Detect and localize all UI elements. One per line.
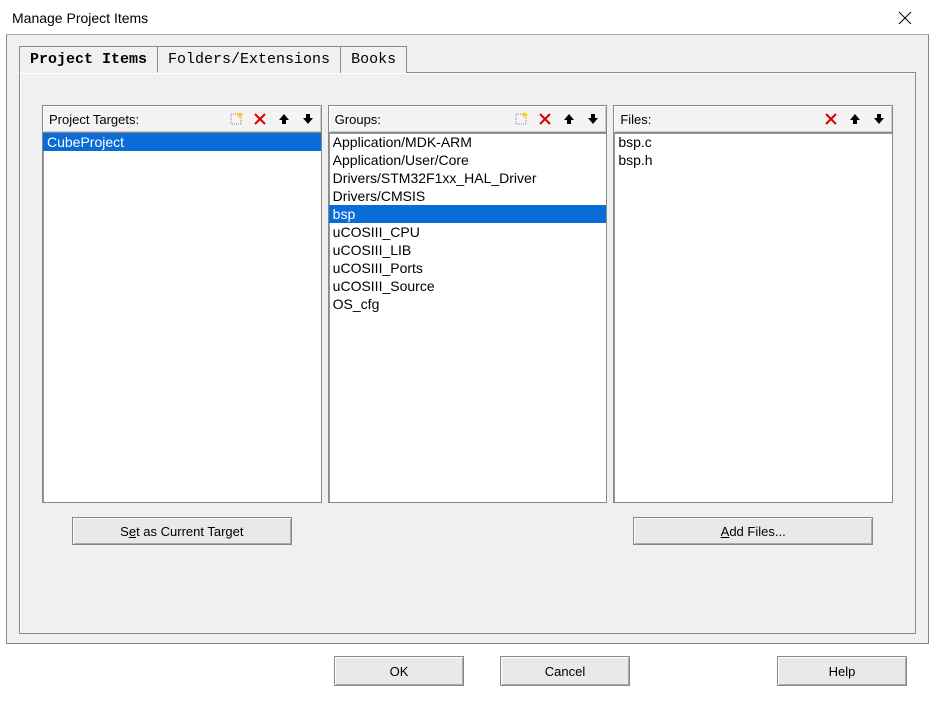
list-item[interactable]: Application/User/Core xyxy=(329,151,607,169)
groups-new-button[interactable] xyxy=(510,108,532,130)
window-title: Manage Project Items xyxy=(12,10,148,26)
files-move-down-button[interactable] xyxy=(868,108,890,130)
list-item[interactable]: CubeProject xyxy=(43,133,321,151)
cancel-button[interactable]: Cancel xyxy=(500,656,630,686)
titlebar: Manage Project Items xyxy=(0,0,935,34)
list-item[interactable]: uCOSIII_CPU xyxy=(329,223,607,241)
files-move-up-button[interactable] xyxy=(844,108,866,130)
list-item[interactable]: bsp.c xyxy=(614,133,892,151)
targets-label: Project Targets: xyxy=(49,112,139,127)
btn-text-pre: S xyxy=(120,524,129,539)
groups-column: Groups: xyxy=(328,105,608,547)
delete-icon xyxy=(823,111,839,127)
groups-label: Groups: xyxy=(335,112,381,127)
btn-text-u: e xyxy=(129,524,136,539)
targets-new-button[interactable] xyxy=(225,108,247,130)
files-button-row: Add Files... xyxy=(613,517,893,545)
arrow-down-icon xyxy=(871,111,887,127)
list-item[interactable]: bsp xyxy=(329,205,607,223)
list-item[interactable]: Drivers/CMSIS xyxy=(329,187,607,205)
tab-folders-extensions[interactable]: Folders/Extensions xyxy=(157,46,341,73)
groups-move-down-button[interactable] xyxy=(582,108,604,130)
tab-books[interactable]: Books xyxy=(340,46,407,73)
targets-button-row: Set as Current Target xyxy=(42,517,322,545)
arrow-down-icon xyxy=(585,111,601,127)
new-icon xyxy=(513,111,529,127)
close-icon xyxy=(898,11,912,25)
list-item[interactable]: OS_cfg xyxy=(329,295,607,313)
btn-text-post: t as Current Target xyxy=(136,524,243,539)
ok-button[interactable]: OK xyxy=(334,656,464,686)
targets-toolbar xyxy=(225,108,319,130)
close-button[interactable] xyxy=(885,4,925,32)
files-label: Files: xyxy=(620,112,651,127)
files-column: Files: xyxy=(613,105,893,547)
dialog-panel: Project Items Folders/Extensions Books P… xyxy=(6,34,929,644)
groups-delete-button[interactable] xyxy=(534,108,556,130)
files-toolbar xyxy=(820,108,890,130)
add-files-button[interactable]: Add Files... xyxy=(633,517,873,545)
groups-button-row xyxy=(328,517,608,547)
groups-header: Groups: xyxy=(328,105,608,133)
targets-move-down-button[interactable] xyxy=(297,108,319,130)
list-item[interactable]: bsp.h xyxy=(614,151,892,169)
groups-toolbar xyxy=(510,108,604,130)
help-button[interactable]: Help xyxy=(777,656,907,686)
arrow-up-icon xyxy=(847,111,863,127)
groups-listbox[interactable]: Application/MDK-ARMApplication/User/Core… xyxy=(328,133,608,503)
delete-icon xyxy=(252,111,268,127)
tab-content: Project Targets: xyxy=(19,72,916,634)
delete-icon xyxy=(537,111,553,127)
new-icon xyxy=(228,111,244,127)
files-header: Files: xyxy=(613,105,893,133)
arrow-up-icon xyxy=(561,111,577,127)
list-item[interactable]: uCOSIII_Source xyxy=(329,277,607,295)
targets-header: Project Targets: xyxy=(42,105,322,133)
files-delete-button[interactable] xyxy=(820,108,842,130)
list-item[interactable]: Drivers/STM32F1xx_HAL_Driver xyxy=(329,169,607,187)
tab-bar: Project Items Folders/Extensions Books xyxy=(19,46,928,73)
tab-project-items[interactable]: Project Items xyxy=(19,46,158,73)
files-listbox[interactable]: bsp.cbsp.h xyxy=(613,133,893,503)
btn-text-post: dd Files... xyxy=(729,524,785,539)
groups-move-up-button[interactable] xyxy=(558,108,580,130)
targets-move-up-button[interactable] xyxy=(273,108,295,130)
targets-column: Project Targets: xyxy=(42,105,322,547)
columns: Project Targets: xyxy=(42,105,893,547)
targets-listbox[interactable]: CubeProject xyxy=(42,133,322,503)
list-item[interactable]: uCOSIII_Ports xyxy=(329,259,607,277)
arrow-down-icon xyxy=(300,111,316,127)
targets-delete-button[interactable] xyxy=(249,108,271,130)
arrow-up-icon xyxy=(276,111,292,127)
list-item[interactable]: Application/MDK-ARM xyxy=(329,133,607,151)
bottom-button-bar: OK Cancel Help xyxy=(6,649,929,693)
set-current-target-button[interactable]: Set as Current Target xyxy=(72,517,292,545)
list-item[interactable]: uCOSIII_LIB xyxy=(329,241,607,259)
